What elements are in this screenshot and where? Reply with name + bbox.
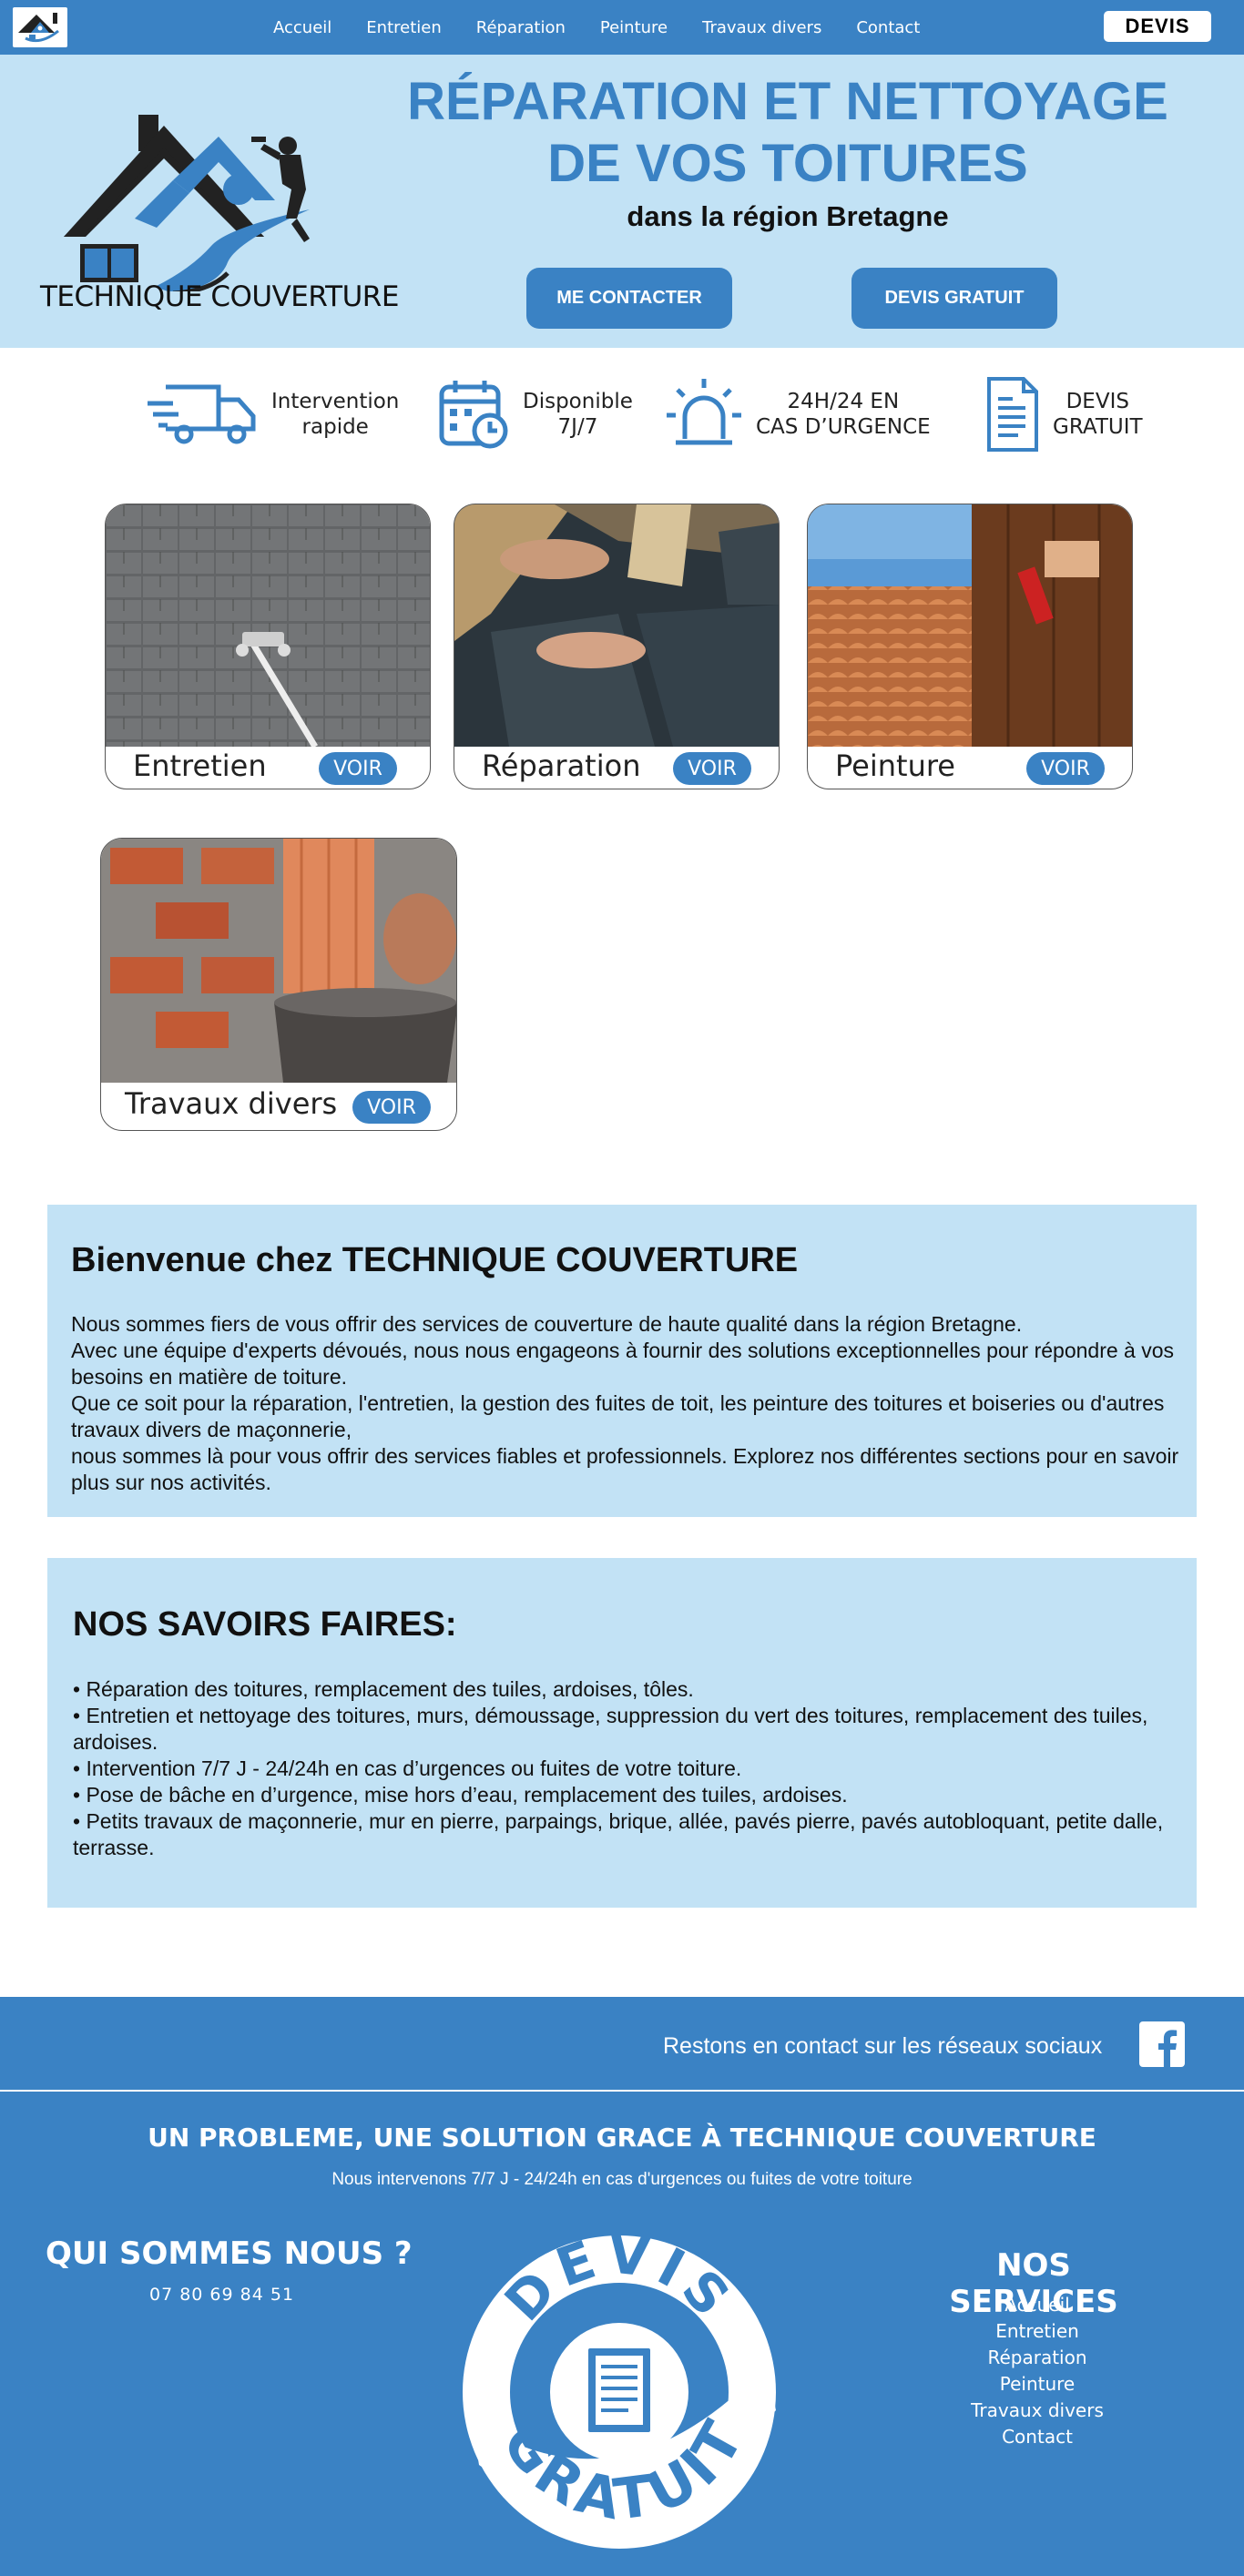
footer-subline: Nous intervenons 7/7 J - 24/24h en cas d… [331,2170,913,2189]
hero-title-line2: DE VOS TOITURES [547,134,1028,193]
contact-button[interactable]: ME CONTACTER [526,268,732,329]
card-title: Travaux divers [125,1086,338,1121]
nav-link-reparation[interactable]: Réparation [476,18,566,37]
footer-services-list: Accueil Entretien Réparation Peinture Tr… [911,2292,1164,2450]
feature-intervention: Intervention rapide [146,369,399,460]
nav-link-travaux-divers[interactable]: Travaux divers [702,18,821,37]
phone-number[interactable]: 07 80 69 84 51 [149,2285,294,2305]
feature-disponible-text: Disponible 7J/7 [523,390,633,439]
card-voir-button[interactable]: VOIR [673,752,751,785]
feature-urgence-text: 24H/24 EN CAS D’URGENCE [756,390,931,439]
welcome-text: Nous sommes fiers de vous offrir des ser… [71,1311,1184,1496]
card-title: Entretien [133,748,267,783]
savoirs-item: • Entretien et nettoyage des toitures, m… [73,1704,1148,1754]
feature-urgence: 24H/24 EN CAS D’URGENCE [665,369,931,460]
calendar-clock-icon [439,381,508,449]
footer: Restons en contact sur les réseaux socia… [0,1997,1244,2576]
hero-title: RÉPARATION ET NETTOYAGE DE VOS TOITURES [382,71,1193,195]
social-text: Restons en contact sur les réseaux socia… [663,2033,1103,2059]
footer-link-travaux-divers[interactable]: Travaux divers [911,2398,1164,2424]
service-card-entretien[interactable]: Entretien VOIR [105,504,431,789]
hero-subtitle: dans la région Bretagne [627,200,949,232]
service-card-reparation[interactable]: Réparation VOIR [454,504,780,789]
welcome-section: Bienvenue chez TECHNIQUE COUVERTURE Nous… [47,1205,1197,1517]
card-voir-button[interactable]: VOIR [319,752,397,785]
welcome-title: Bienvenue chez TECHNIQUE COUVERTURE [71,1241,799,1279]
card-voir-button[interactable]: VOIR [352,1091,431,1124]
footer-link-peinture[interactable]: Peinture [911,2371,1164,2398]
savoirs-title: NOS SAVOIRS FAIRES: [73,1605,457,1644]
welcome-line: Avec une équipe d'experts dévoués, nous … [71,1339,1175,1389]
nav-link-peinture[interactable]: Peinture [600,18,668,37]
facebook-icon[interactable] [1139,2021,1185,2067]
card-voir-button[interactable]: VOIR [1026,752,1105,785]
savoirs-item: • Intervention 7/7 J - 24/24h en cas d’u… [73,1756,742,1780]
footer-link-contact[interactable]: Contact [911,2424,1164,2450]
brick-masonry-photo [101,839,456,1083]
roof-cleaning-photo [106,504,430,747]
welcome-line: Que ce soit pour la réparation, l'entret… [71,1391,1165,1441]
footer-divider [0,2090,1244,2092]
nav-logo[interactable] [13,7,67,47]
top-navbar: Accueil Entretien Réparation Peinture Tr… [0,0,1244,55]
feature-intervention-text: Intervention rapide [271,390,400,439]
savoirs-list: • Réparation des toitures, remplacement … [73,1676,1184,1861]
savoirs-item: • Petits travaux de maçonnerie, mur en p… [73,1809,1164,1859]
nav-devis-button[interactable]: DEVIS [1104,11,1211,42]
footer-link-reparation[interactable]: Réparation [911,2345,1164,2371]
savoirs-item: • Pose de bâche en d’urgence, mise hors … [73,1783,848,1807]
card-title: Réparation [482,748,641,783]
hero-section: TECHNIQUE COUVERTURE RÉPARATION ET NETTO… [0,55,1244,348]
welcome-line: nous sommes là pour vous offrir des serv… [71,1444,1179,1494]
welcome-line: Nous sommes fiers de vous offrir des ser… [71,1312,1023,1336]
hero-title-line1: RÉPARATION ET NETTOYAGE [407,72,1168,131]
card-title: Peinture [835,748,955,783]
nav-link-entretien[interactable]: Entretien [366,18,441,37]
feature-devis: DEVIS GRATUIT [985,369,1143,460]
devis-gratuit-button[interactable]: DEVIS GRATUIT [851,268,1057,329]
feature-disponible: Disponible 7J/7 [437,369,633,460]
savoirs-item: • Réparation des toitures, remplacement … [73,1677,694,1701]
qui-sommes-nous-title: QUI SOMMES NOUS ? [46,2235,413,2272]
nav-link-accueil[interactable]: Accueil [273,18,331,37]
footer-link-entretien[interactable]: Entretien [911,2318,1164,2345]
footer-headline: UN PROBLEME, UNE SOLUTION GRACE À TECHNI… [148,2123,1096,2153]
footer-link-accueil[interactable]: Accueil [911,2292,1164,2318]
document-icon [987,377,1038,452]
nav-link-contact[interactable]: Contact [856,18,920,37]
roof-tiles-and-wood-painting-photo [808,504,1132,747]
service-card-travaux-divers[interactable]: Travaux divers VOIR [100,838,457,1131]
feature-devis-text: DEVIS GRATUIT [1053,390,1143,439]
service-card-peinture[interactable]: Peinture VOIR [807,504,1133,789]
truck-icon [148,384,256,444]
devis-gratuit-badge[interactable]: DEVIS GRATUIT [455,2219,783,2556]
savoirs-faires-section: NOS SAVOIRS FAIRES: • Réparation des toi… [47,1558,1197,1908]
alarm-light-icon [667,379,741,445]
nav-links: Accueil Entretien Réparation Peinture Tr… [273,0,954,55]
logo-text: TECHNIQUE COUVERTURE [40,280,399,313]
slate-repair-photo [454,504,779,747]
